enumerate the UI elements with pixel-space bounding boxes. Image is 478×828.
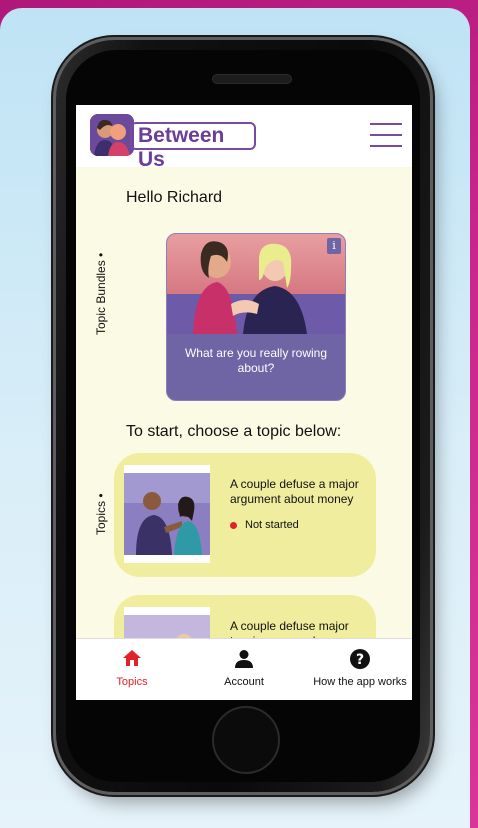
tab-how-the-app-works-label: How the app works xyxy=(313,676,407,688)
app-screen: Between Us Hello Richard Topic Bundles • xyxy=(76,105,412,700)
svg-text:?: ? xyxy=(356,652,364,668)
person-icon xyxy=(234,649,254,674)
logo-avatar-icon xyxy=(90,114,134,156)
home-button[interactable] xyxy=(212,706,280,774)
topic-title: A couple defuse a major argument about m… xyxy=(230,477,359,506)
topic-status: Not started xyxy=(230,519,299,531)
bundle-caption: What are you really rowing about? xyxy=(184,346,328,375)
tab-how-the-app-works[interactable]: ? How the app works xyxy=(308,639,412,700)
help-icon: ? xyxy=(350,649,370,674)
app-logo[interactable]: Between Us xyxy=(90,114,260,171)
bundle-illustration xyxy=(167,234,345,334)
topic-bundles-label: Topic Bundles • xyxy=(94,252,108,335)
home-icon xyxy=(122,649,142,672)
tab-topics-label: Topics xyxy=(116,676,148,688)
topics-label: Topics • xyxy=(94,493,108,535)
topic-card[interactable]: A couple defuse a major argument about m… xyxy=(114,453,376,577)
hamburger-menu-icon[interactable] xyxy=(370,121,402,149)
tab-account-label: Account xyxy=(224,676,264,688)
app-header: Between Us xyxy=(76,105,412,171)
status-dot-icon xyxy=(230,521,237,529)
topics-heading: To start, choose a topic below: xyxy=(126,423,342,440)
status-text: Not started xyxy=(245,519,299,531)
bottom-navigation: Topics Account ? How the app works xyxy=(76,638,412,700)
info-icon[interactable]: i xyxy=(327,238,341,254)
tab-account[interactable]: Account xyxy=(208,639,280,700)
topic-bundle-card[interactable]: i What are you really rowing about? xyxy=(166,233,346,401)
greeting: Hello Richard xyxy=(126,189,223,206)
topic-thumbnail xyxy=(124,465,210,563)
tab-topics[interactable]: Topics xyxy=(96,639,168,700)
earpiece-speaker xyxy=(212,74,292,84)
app-name: Between Us xyxy=(130,122,256,171)
